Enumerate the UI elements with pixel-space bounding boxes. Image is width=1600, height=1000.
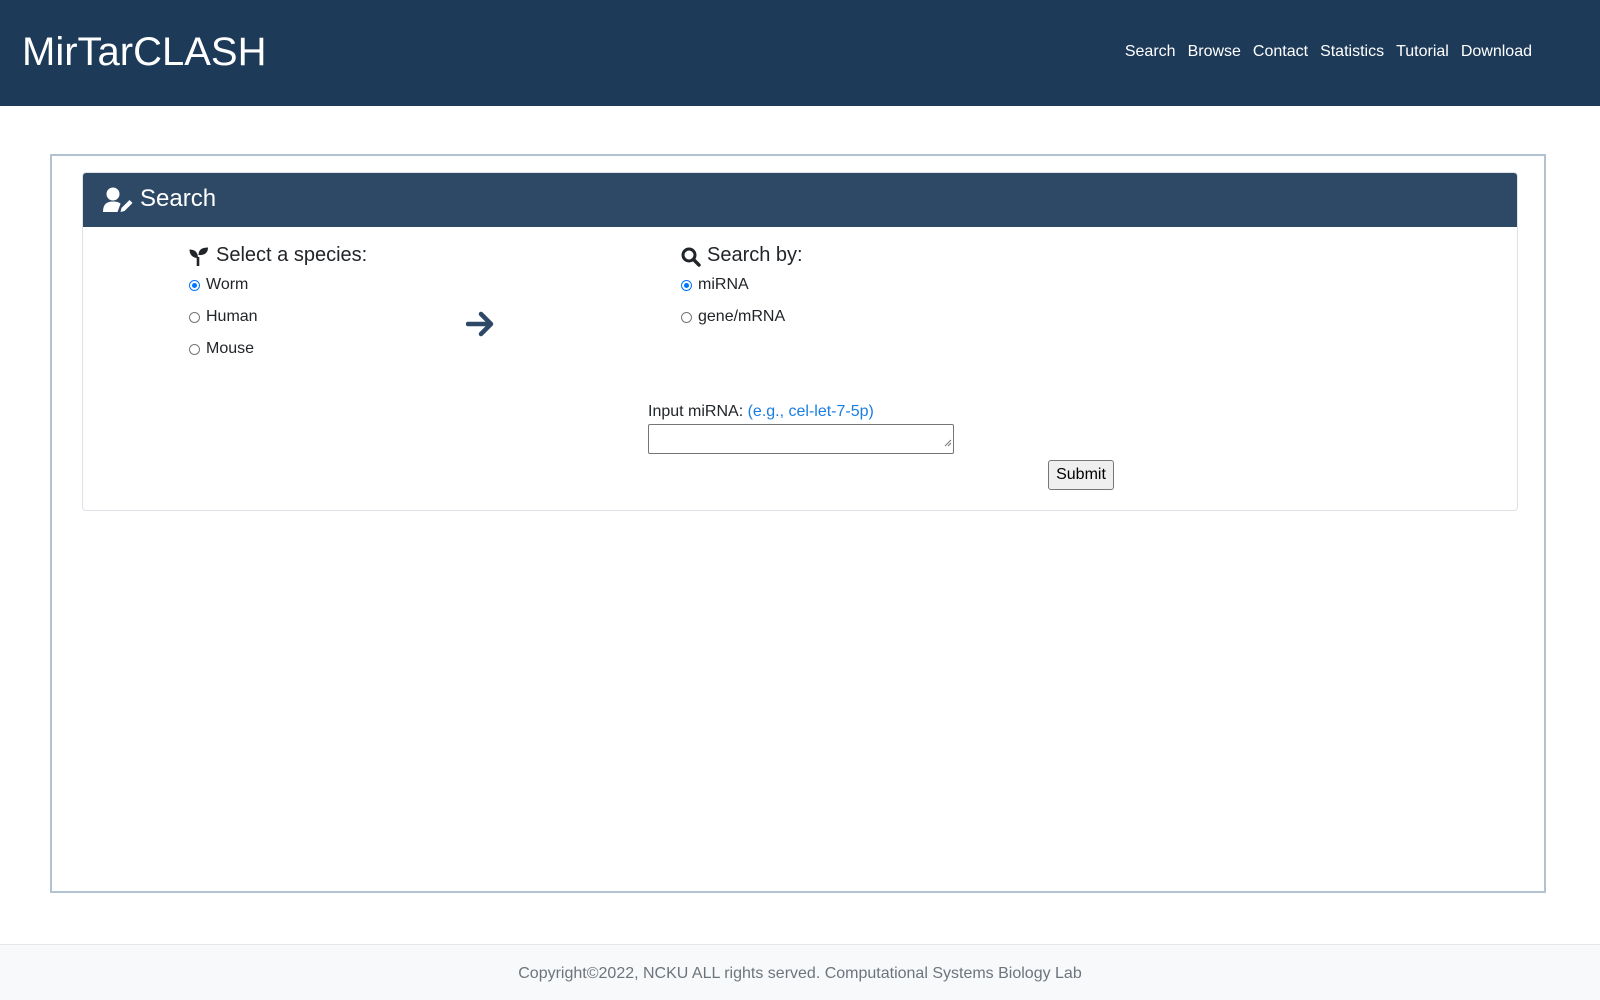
input-label-text: Input miRNA: <box>648 403 744 420</box>
species-radio-mouse[interactable] <box>189 343 200 355</box>
main-nav: Search Browse Contact Statistics Tutoria… <box>1119 40 1538 64</box>
nav-search[interactable]: Search <box>1119 40 1182 64</box>
nav-contact[interactable]: Contact <box>1247 40 1314 64</box>
magnifier-icon <box>681 247 701 272</box>
brand-logo[interactable]: MirTarCLASH <box>22 26 266 78</box>
species-option-mouse[interactable]: Mouse <box>189 338 254 360</box>
footer: Copyright©2022, NCKU ALL rights served. … <box>0 944 1600 1000</box>
card-title: Search <box>140 185 217 212</box>
species-option-human[interactable]: Human <box>189 306 258 328</box>
input-example-hint: (e.g., cel-let-7-5p) <box>747 403 874 420</box>
species-label-worm: Worm <box>206 276 249 293</box>
arrow-right-icon <box>465 309 496 344</box>
input-label: Input miRNA: (e.g., cel-let-7-5p) <box>648 401 874 423</box>
species-radio-worm[interactable] <box>189 279 200 291</box>
seedling-icon <box>189 247 209 272</box>
search-by-option-gene[interactable]: gene/mRNA <box>681 306 785 328</box>
submit-button[interactable]: Submit <box>1048 460 1114 490</box>
search-by-radio-mirna[interactable] <box>681 279 692 291</box>
species-label-human: Human <box>206 308 258 325</box>
search-card: Search Select a species: Worm Human Mous… <box>82 172 1518 511</box>
nav-statistics[interactable]: Statistics <box>1314 40 1390 64</box>
search-by-label-mirna: miRNA <box>698 276 749 293</box>
species-title: Select a species: <box>216 244 368 266</box>
top-navbar: MirTarCLASH Search Browse Contact Statis… <box>0 0 1600 106</box>
nav-download[interactable]: Download <box>1455 40 1538 64</box>
search-card-header: Search <box>83 173 1517 227</box>
search-by-title: Search by: <box>707 244 803 266</box>
user-edit-icon <box>103 187 134 218</box>
footer-copyright: Copyright©2022, NCKU ALL rights served. … <box>518 965 1082 982</box>
mirna-input[interactable] <box>648 424 954 454</box>
search-by-option-mirna[interactable]: miRNA <box>681 274 749 296</box>
resize-handle-icon[interactable] <box>944 434 952 452</box>
nav-tutorial[interactable]: Tutorial <box>1390 40 1455 64</box>
species-option-worm[interactable]: Worm <box>189 274 248 296</box>
species-radio-human[interactable] <box>189 311 200 323</box>
search-by-radio-gene[interactable] <box>681 311 692 323</box>
search-by-label-gene: gene/mRNA <box>698 308 786 325</box>
nav-browse[interactable]: Browse <box>1182 40 1247 64</box>
species-label-mouse: Mouse <box>206 340 255 357</box>
